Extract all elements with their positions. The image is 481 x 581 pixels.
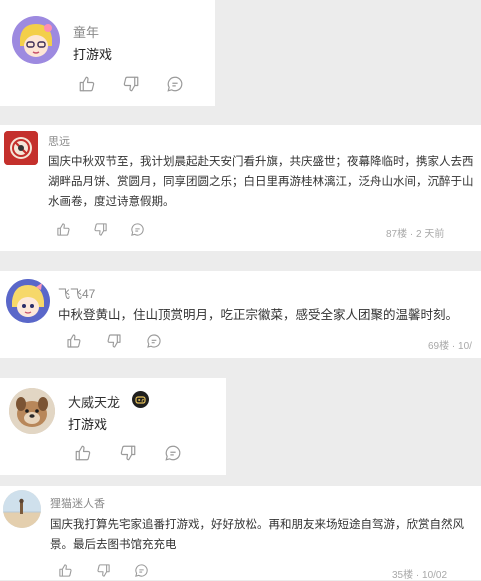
meta-separator: · [415, 570, 420, 581]
avatar[interactable] [12, 16, 60, 64]
dislike-button[interactable] [119, 444, 137, 462]
like-button[interactable] [74, 444, 92, 462]
avatar[interactable] [9, 388, 55, 434]
comment-text: 国庆中秋双节至，我计划晨起赴天安门看升旗，共庆盛世；夜幕降临时，携家人去西湖畔品… [48, 156, 474, 208]
thumbs-up-icon [67, 334, 81, 348]
comment-card: 狸猫迷人香 国庆我打算先宅家追番打游戏，好好放松。再和朋友来场短途自驾游，欣赏自… [0, 486, 481, 581]
like-button[interactable] [58, 563, 73, 578]
comment-actions [58, 563, 149, 578]
comment-time: 10/02 [422, 570, 448, 581]
floor-number: 35楼 [392, 570, 414, 581]
username[interactable]: 童年 [73, 22, 99, 41]
dislike-button[interactable] [106, 333, 122, 349]
thumbs-up-icon [79, 76, 95, 92]
comment-card: 思远 国庆中秋双节至，我计划晨起赴天安门看升旗，共庆盛世；夜幕降临时，携家人去西… [0, 125, 481, 251]
reply-button[interactable] [166, 75, 184, 93]
comment-actions [56, 222, 145, 237]
comment-meta: 35楼 · 10/02 [392, 566, 447, 581]
like-button[interactable] [78, 75, 96, 93]
reply-button[interactable] [164, 444, 182, 462]
thumbs-up-icon [59, 564, 72, 577]
comment-card: 飞飞47 中秋登黄山，住山顶赏明月，吃正宗徽菜，感受全家人团聚的温馨时刻。 69… [0, 271, 481, 358]
comment-bubble-icon [167, 76, 183, 92]
avatar[interactable] [4, 131, 38, 165]
username[interactable]: 狸猫迷人香 [50, 495, 105, 511]
comment-meta: 69楼 · 10/ [428, 337, 472, 352]
username[interactable]: 飞飞47 [58, 285, 95, 302]
reply-button[interactable] [146, 333, 162, 349]
comment-time: 10/ [458, 341, 472, 352]
dislike-button[interactable] [93, 222, 108, 237]
comment-text: 打游戏 [73, 47, 113, 62]
comment-card: 大威天龙 打游戏 [0, 378, 226, 475]
dislike-button[interactable] [122, 75, 140, 93]
comment-actions [74, 444, 182, 462]
thumbs-down-icon [94, 223, 107, 236]
thumbs-up-icon [75, 445, 91, 461]
floor-number: 69楼 [428, 341, 450, 352]
comment-actions [78, 75, 184, 93]
comment-text: 中秋登黄山，住山顶赏明月，吃正宗徽菜，感受全家人团聚的温馨时刻。 [58, 308, 459, 322]
reply-button[interactable] [134, 563, 149, 578]
dislike-button[interactable] [96, 563, 111, 578]
comment-meta: 87楼 · 2 天前 [386, 225, 444, 240]
floor-number: 87楼 [386, 229, 408, 240]
comment-actions [66, 333, 162, 349]
comment-time: 2 天前 [416, 229, 445, 240]
avatar[interactable] [3, 490, 41, 528]
comment-card: 童年 打游戏 [0, 0, 215, 106]
comment-bubble-icon [147, 334, 161, 348]
username[interactable]: 大威天龙 [68, 392, 120, 411]
reply-button[interactable] [130, 222, 145, 237]
username[interactable]: 思远 [48, 133, 70, 149]
comment-bubble-icon [131, 223, 144, 236]
avatar[interactable] [6, 279, 50, 323]
game-controller-badge-icon [132, 391, 149, 408]
thumbs-down-icon [123, 76, 139, 92]
meta-separator: · [409, 229, 414, 240]
thumbs-down-icon [107, 334, 121, 348]
comment-text: 国庆我打算先宅家追番打游戏，好好放松。再和朋友来场短途自驾游，欣赏自然风景。最后… [50, 519, 464, 551]
like-button[interactable] [56, 222, 71, 237]
comment-bubble-icon [135, 564, 148, 577]
comment-bubble-icon [165, 445, 181, 461]
comment-text: 打游戏 [68, 417, 108, 432]
thumbs-down-icon [120, 445, 136, 461]
thumbs-down-icon [97, 564, 110, 577]
thumbs-up-icon [57, 223, 70, 236]
meta-separator: · [451, 341, 456, 352]
like-button[interactable] [66, 333, 82, 349]
